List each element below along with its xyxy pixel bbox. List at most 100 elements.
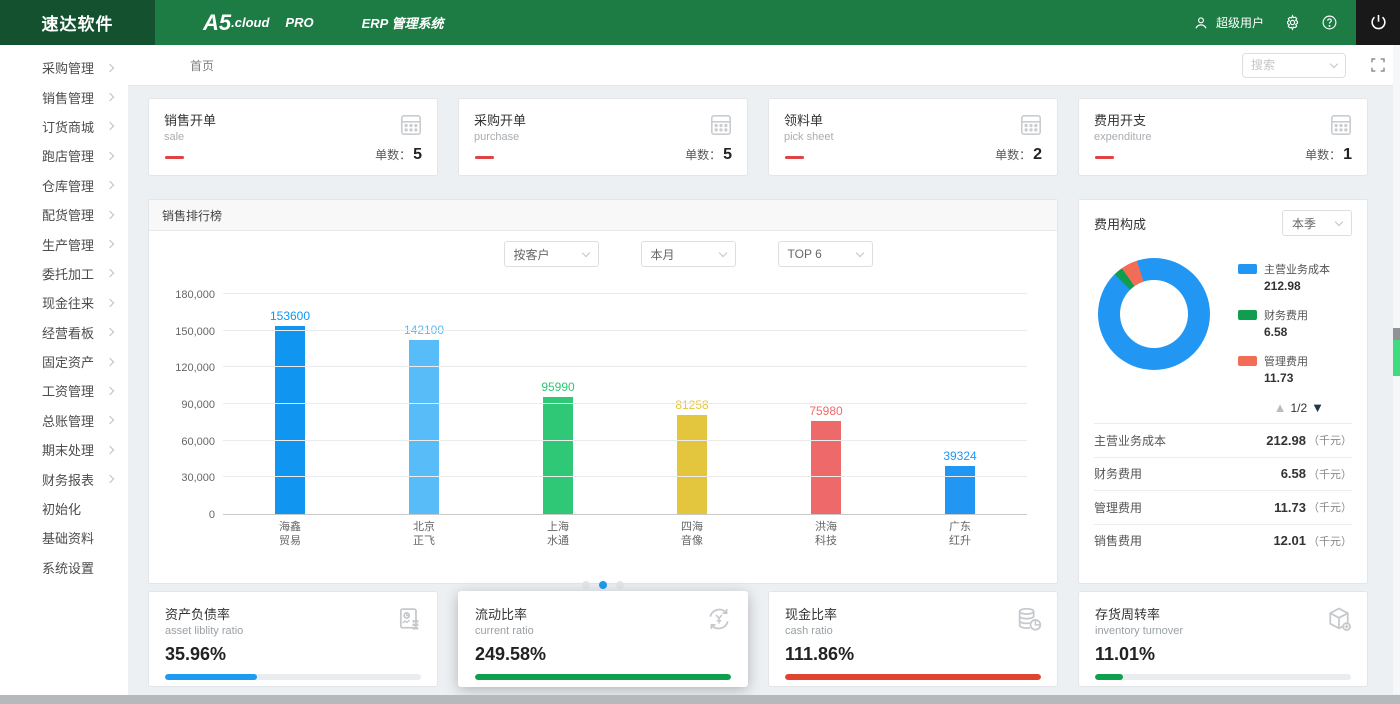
carousel-dots [149, 581, 1057, 589]
calculator-icon [1328, 112, 1354, 138]
expense-row: 销售费用12.01（千元） [1094, 524, 1352, 558]
sidebar-item[interactable]: 采购管理 [0, 53, 128, 82]
bar[interactable] [543, 397, 573, 514]
select-value: TOP 6 [788, 247, 822, 261]
scrollbar-thumb-accent[interactable] [1393, 340, 1400, 376]
logout-power-button[interactable] [1356, 0, 1400, 45]
sidebar-item[interactable]: 订货商城 [0, 112, 128, 141]
sidebar-item[interactable]: 工资管理 [0, 376, 128, 405]
sidebar-item[interactable]: 配货管理 [0, 200, 128, 229]
progress-fill [165, 674, 257, 680]
settings-gear-icon[interactable] [1284, 14, 1301, 31]
bar[interactable] [677, 415, 707, 514]
bar-value-label: 153600 [270, 309, 310, 323]
sidebar-item[interactable]: 固定资产 [0, 347, 128, 376]
chevron-right-icon [106, 152, 114, 160]
ratio-card[interactable]: 现金比率cash ratio111.86% [768, 591, 1058, 687]
sales-filter-select[interactable]: 本月 [641, 241, 736, 267]
sidebar-item[interactable]: 仓库管理 [0, 171, 128, 200]
bar-slot: 81258 [625, 295, 759, 514]
expense-row-unit: （千元） [1308, 533, 1352, 549]
carousel-dot[interactable] [599, 581, 607, 589]
stat-card-subtitle: sale [164, 131, 422, 143]
ratio-card-subtitle: asset liblity ratio [165, 625, 421, 637]
sidebar-item[interactable]: 总账管理 [0, 406, 128, 435]
sidebar-item[interactable]: 销售管理 [0, 82, 128, 111]
gridline [223, 476, 1027, 477]
count-value: 1 [1343, 146, 1352, 163]
expense-row-label: 主营业务成本 [1094, 432, 1166, 449]
bar[interactable] [275, 326, 305, 514]
sidebar-item[interactable]: 系统设置 [0, 553, 128, 582]
y-axis-tick-label: 0 [161, 509, 215, 521]
bar-value-label: 75980 [809, 404, 842, 418]
legend-pager: ▲1/2▼ [1094, 400, 1352, 415]
stat-card-title: 采购开单 [474, 110, 732, 129]
stat-card[interactable]: 采购开单purchase单数：5 [458, 98, 748, 176]
fullscreen-button[interactable] [1370, 57, 1386, 73]
bar[interactable] [811, 421, 841, 514]
legend-value: 212.98 [1264, 279, 1330, 293]
x-axis-category-label: 广东 红升 [893, 521, 1027, 549]
stat-card[interactable]: 费用开支expenditure单数：1 [1078, 98, 1368, 176]
product-name: A5 [203, 10, 231, 36]
sidebar-item-label: 经营看板 [42, 323, 107, 342]
sidebar-item[interactable]: 基础资料 [0, 523, 128, 552]
scrollbar-thumb[interactable] [1393, 328, 1400, 340]
breadcrumb-home-tab[interactable]: 首页 [190, 57, 214, 74]
ratio-card[interactable]: 资产负债率asset liblity ratio35.96% [148, 591, 438, 687]
carousel-dot[interactable] [616, 581, 624, 589]
pager-up-icon[interactable]: ▲ [1274, 400, 1287, 415]
scrollbar[interactable] [1393, 45, 1400, 694]
sidebar-item[interactable]: 委托加工 [0, 259, 128, 288]
chevron-right-icon [106, 387, 114, 395]
bar[interactable] [945, 466, 975, 514]
chevron-down-icon [1330, 59, 1338, 67]
sidebar-item[interactable]: 期末处理 [0, 435, 128, 464]
sidebar-item[interactable]: 现金往来 [0, 288, 128, 317]
gridline [223, 293, 1027, 294]
ratio-card-value: 11.01% [1095, 644, 1351, 665]
ratio-card-value: 35.96% [165, 644, 421, 665]
carousel-dot[interactable] [582, 581, 590, 589]
y-axis-tick-label: 150,000 [161, 326, 215, 338]
progress-fill [475, 674, 731, 680]
expense-row-value: 12.01 [1273, 533, 1306, 548]
y-axis-tick-label: 30,000 [161, 472, 215, 484]
stat-card[interactable]: 销售开单sale单数：5 [148, 98, 438, 176]
pager-down-icon[interactable]: ▼ [1311, 400, 1324, 415]
user-menu[interactable]: 超级用户 [1193, 14, 1264, 31]
search-select[interactable] [1242, 53, 1346, 78]
expense-row-label: 管理费用 [1094, 499, 1142, 516]
stat-card[interactable]: 领料单pick sheet单数：2 [768, 98, 1058, 176]
trend-dash [785, 156, 804, 159]
sidebar-item-label: 固定资产 [42, 352, 107, 371]
sales-filter-select[interactable]: TOP 6 [778, 241, 873, 267]
ratio-card[interactable]: 流动比率current ratio249.58% [458, 591, 748, 687]
help-icon[interactable] [1321, 14, 1338, 31]
app-header: 速达软件 A5.cloud PRO ERP 管理系统 超级用户 [0, 0, 1400, 45]
x-axis-category-label: 海鑫 贸易 [223, 521, 357, 549]
sales-filter-select[interactable]: 按客户 [504, 241, 599, 267]
legend-value: 11.73 [1264, 371, 1330, 385]
sidebar-item[interactable]: 生产管理 [0, 229, 128, 258]
sidebar-item[interactable]: 财务报表 [0, 464, 128, 493]
trend-dash [1095, 156, 1114, 159]
search-input[interactable] [1251, 58, 1321, 72]
ratio-cards-row: 资产负债率asset liblity ratio35.96%流动比率curren… [148, 591, 1368, 687]
sidebar: 采购管理销售管理订货商城跑店管理仓库管理配货管理生产管理委托加工现金往来经营看板… [0, 45, 128, 704]
bar-slot: 142100 [357, 295, 491, 514]
chevron-down-icon [718, 248, 726, 256]
select-value: 本月 [651, 246, 675, 263]
sidebar-item[interactable]: 初始化 [0, 494, 128, 523]
brand-logo: 速达软件 [0, 0, 155, 45]
legend-item: 主营业务成本212.98 [1238, 260, 1330, 293]
gridline [223, 440, 1027, 441]
expense-period-select[interactable]: 本季 [1282, 210, 1352, 236]
ratio-card[interactable]: 存货周转率inventory turnover11.01% [1078, 591, 1368, 687]
bar-value-label: 81258 [675, 398, 708, 412]
gridline [223, 403, 1027, 404]
sidebar-item[interactable]: 经营看板 [0, 318, 128, 347]
chevron-right-icon [106, 93, 114, 101]
sidebar-item[interactable]: 跑店管理 [0, 141, 128, 170]
